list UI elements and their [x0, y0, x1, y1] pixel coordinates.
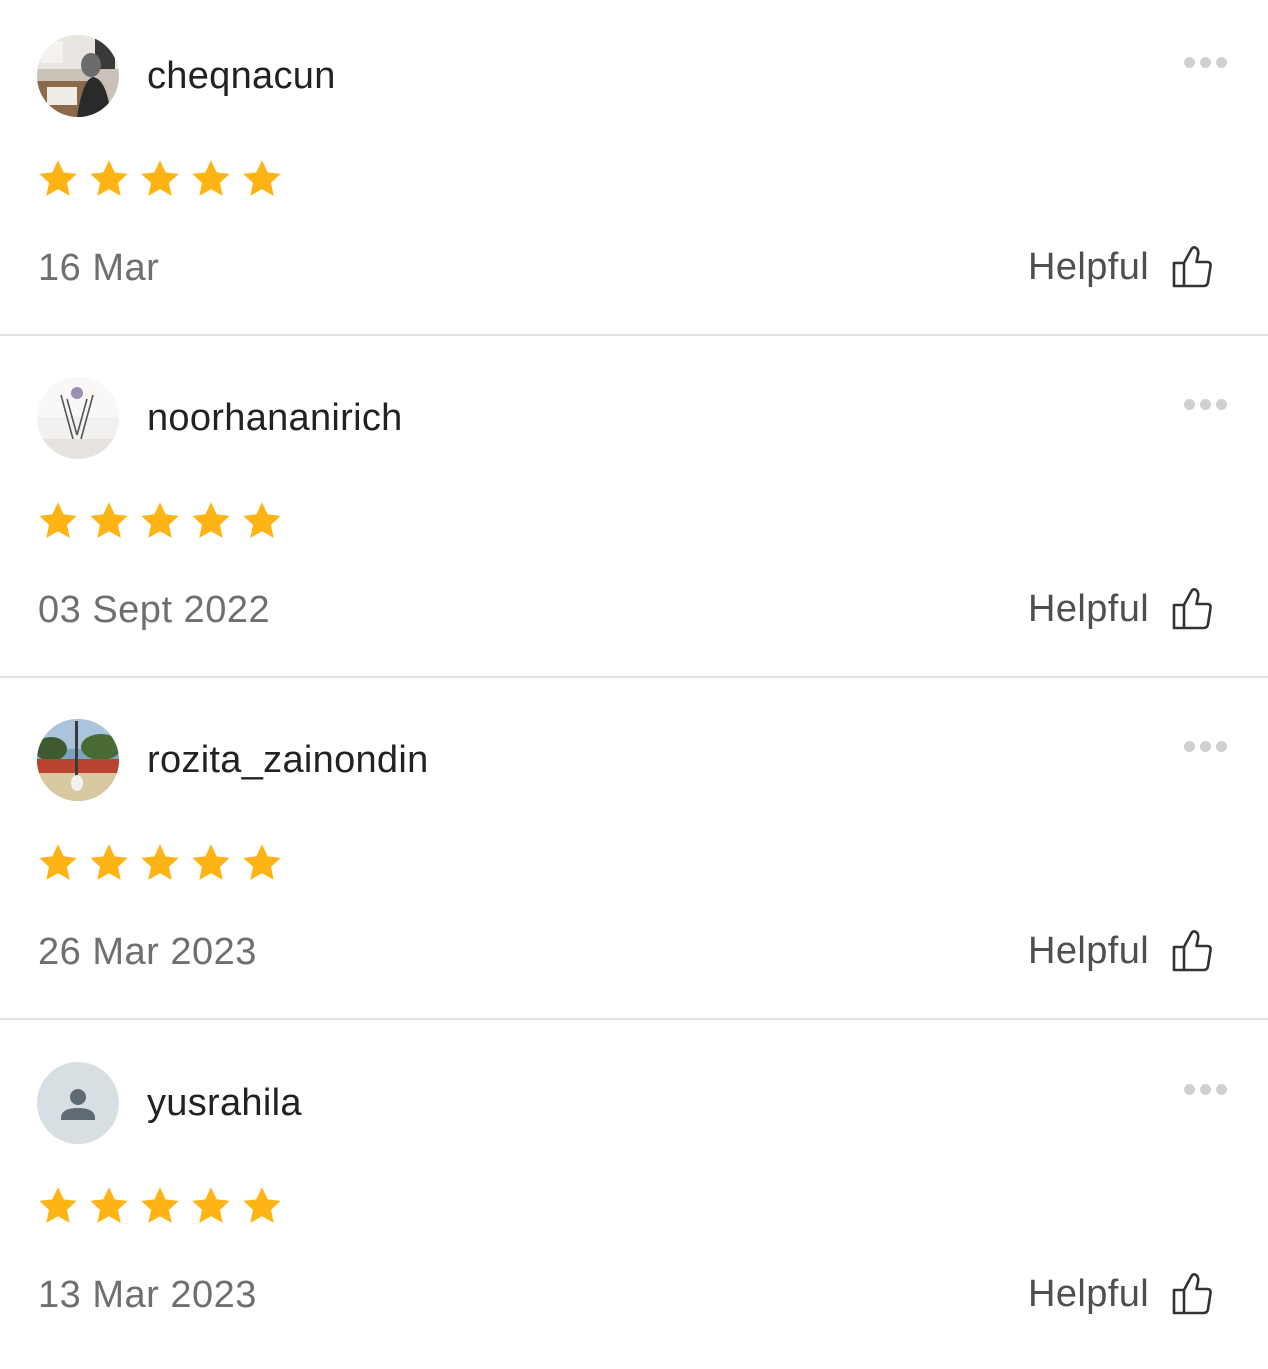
- divider: [0, 1018, 1268, 1020]
- star-icon: [141, 844, 179, 880]
- more-options-button[interactable]: [1172, 1077, 1238, 1101]
- thumbs-up-icon: [1171, 244, 1213, 290]
- star-icon: [243, 1187, 281, 1223]
- helpful-label: Helpful: [1028, 588, 1150, 630]
- thumbs-up-icon: [1171, 928, 1213, 974]
- avatar-photo: [37, 719, 119, 801]
- star-rating: [36, 499, 284, 543]
- star-icon: [90, 844, 128, 880]
- star-icon: [243, 844, 281, 880]
- star-icon: [141, 502, 179, 538]
- helpful-button[interactable]: Helpful: [1028, 582, 1213, 636]
- star-rating: [36, 157, 284, 201]
- default-user-icon: [37, 1062, 119, 1144]
- reviewer-username[interactable]: noorhananirich: [147, 396, 403, 440]
- star-icon: [39, 502, 77, 538]
- star-icon: [243, 160, 281, 196]
- thumbs-up-icon: [1171, 586, 1213, 632]
- helpful-label: Helpful: [1028, 246, 1150, 288]
- more-options-button[interactable]: [1172, 734, 1238, 758]
- helpful-label: Helpful: [1028, 1273, 1150, 1315]
- more-dots-icon: [1183, 398, 1195, 410]
- avatar[interactable]: [37, 719, 119, 801]
- more-dots-icon: [1215, 740, 1227, 752]
- thumbs-up-icon: [1171, 1271, 1213, 1317]
- avatar-photo: [37, 377, 119, 459]
- review-item: rozita_zainondin 26 Mar 2023 Helpful: [0, 684, 1268, 1026]
- star-icon: [90, 1187, 128, 1223]
- reviewer-username[interactable]: yusrahila: [147, 1081, 302, 1125]
- helpful-button[interactable]: Helpful: [1028, 240, 1213, 294]
- review-item: noorhananirich 03 Sept 2022 Helpful: [0, 342, 1268, 684]
- star-icon: [141, 160, 179, 196]
- divider: [0, 334, 1268, 336]
- review-item: yusrahila 13 Mar 2023 Helpful: [0, 1027, 1268, 1369]
- star-icon: [192, 844, 230, 880]
- more-dots-icon: [1215, 1083, 1227, 1095]
- more-dots-icon: [1199, 1083, 1211, 1095]
- star-icon: [141, 1187, 179, 1223]
- star-icon: [243, 502, 281, 538]
- more-dots-icon: [1199, 56, 1211, 68]
- more-dots-icon: [1215, 398, 1227, 410]
- star-icon: [192, 1187, 230, 1223]
- more-options-button[interactable]: [1172, 50, 1238, 74]
- avatar-photo: [37, 35, 119, 117]
- star-icon: [39, 160, 77, 196]
- review-date: 16 Mar: [38, 247, 160, 289]
- more-dots-icon: [1199, 740, 1211, 752]
- star-rating: [36, 841, 284, 885]
- helpful-button[interactable]: Helpful: [1028, 924, 1213, 978]
- review-date: 13 Mar 2023: [38, 1274, 257, 1316]
- review-list: cheqnacun 16 Mar Helpful noorhananirich …: [0, 0, 1268, 1316]
- reviewer-username[interactable]: cheqnacun: [147, 54, 336, 98]
- more-options-button[interactable]: [1172, 392, 1238, 416]
- review-date: 26 Mar 2023: [38, 931, 257, 973]
- more-dots-icon: [1183, 56, 1195, 68]
- reviewer-username[interactable]: rozita_zainondin: [147, 738, 429, 782]
- star-icon: [192, 160, 230, 196]
- star-icon: [192, 502, 230, 538]
- review-item: cheqnacun 16 Mar Helpful: [0, 0, 1268, 342]
- more-dots-icon: [1215, 56, 1227, 68]
- star-rating: [36, 1184, 284, 1228]
- star-icon: [90, 502, 128, 538]
- review-date: 03 Sept 2022: [38, 589, 271, 631]
- more-dots-icon: [1183, 1083, 1195, 1095]
- avatar[interactable]: [37, 1062, 119, 1144]
- divider: [0, 676, 1268, 678]
- star-icon: [90, 160, 128, 196]
- avatar[interactable]: [37, 35, 119, 117]
- helpful-label: Helpful: [1028, 930, 1150, 972]
- more-dots-icon: [1199, 398, 1211, 410]
- avatar[interactable]: [37, 377, 119, 459]
- star-icon: [39, 1187, 77, 1223]
- star-icon: [39, 844, 77, 880]
- more-dots-icon: [1183, 740, 1195, 752]
